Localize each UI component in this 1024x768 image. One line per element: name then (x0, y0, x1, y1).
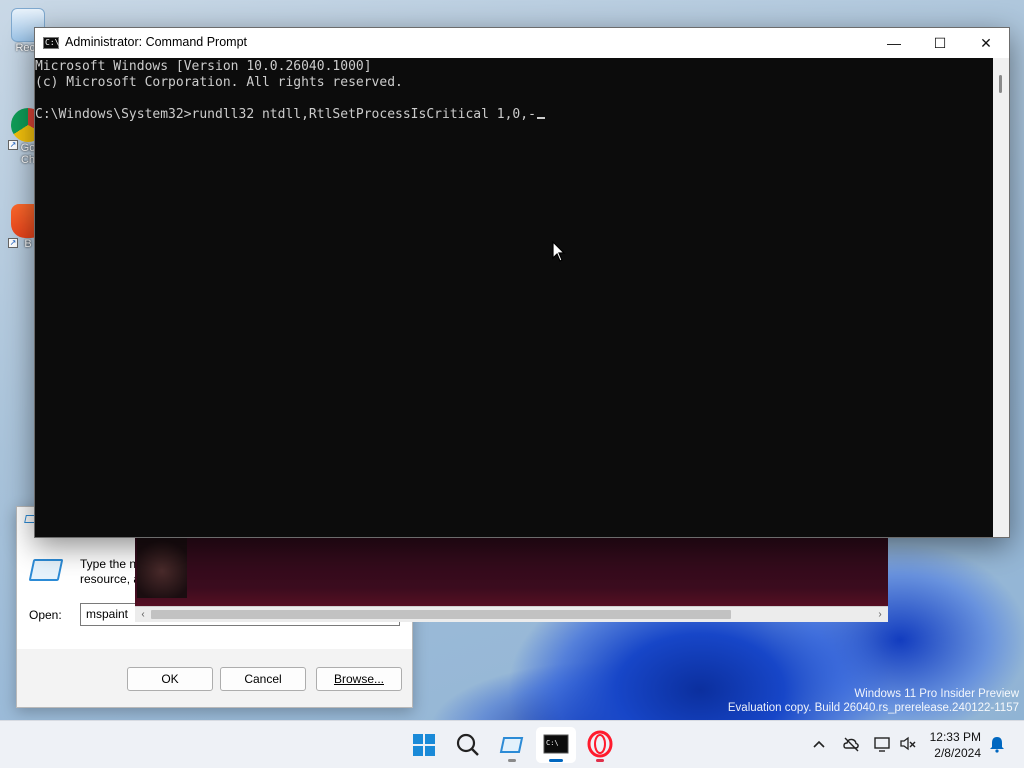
console-line: ​ (35, 91, 993, 107)
console-output[interactable]: Microsoft Windows [Version 10.0.26040.10… (35, 58, 993, 537)
notification-icon[interactable] (988, 735, 1006, 753)
run-description-line2: resource, a (80, 572, 140, 586)
network-icon[interactable] (873, 735, 893, 753)
clock[interactable]: 12:33 PM 2/8/2024 (930, 729, 981, 761)
run-description-line1: Type the n (80, 557, 137, 571)
running-indicator (508, 759, 516, 762)
clock-date: 2/8/2024 (934, 746, 981, 760)
opera-icon (587, 730, 613, 758)
running-indicator (596, 759, 604, 762)
scrollbar-thumb[interactable] (151, 610, 731, 619)
scroll-left-icon[interactable]: ‹ (136, 608, 150, 622)
taskbar: C:\ 12:33 PM 2/8/2024 (0, 720, 1024, 768)
search-button[interactable] (448, 727, 488, 763)
browse-button[interactable]: Browse... (316, 667, 402, 691)
console-line: (c) Microsoft Corporation. All rights re… (35, 75, 403, 90)
search-icon (456, 733, 479, 756)
console-line-with-cursor: C:\Windows\System32>rundll32 ntdll,RtlSe… (35, 107, 993, 123)
shortcut-arrow-icon: ↗ (8, 238, 18, 248)
cloud-off-icon[interactable] (842, 735, 860, 753)
watermark-line1: Windows 11 Pro Insider Preview (854, 688, 1019, 700)
console-prompt-line: C:\Windows\System32>rundll32 ntdll,RtlSe… (35, 107, 536, 122)
taskbar-opera[interactable] (580, 727, 620, 763)
command-prompt-icon: C:\ (43, 37, 60, 49)
volume-mute-icon[interactable] (899, 735, 919, 753)
background-window[interactable]: ‹ › (135, 536, 888, 622)
taskbar-run[interactable] (492, 727, 532, 763)
maximize-button[interactable]: ☐ (917, 28, 963, 58)
text-cursor (536, 117, 545, 119)
title-bar[interactable]: C:\ Administrator: Command Prompt — ☐ ✕ (35, 28, 1009, 58)
command-prompt-window[interactable]: C:\ Administrator: Command Prompt — ☐ ✕ … (34, 27, 1010, 538)
svg-text:C:\: C:\ (546, 739, 559, 747)
run-icon (499, 737, 524, 753)
open-label: Open: (29, 608, 62, 622)
clock-time: 12:33 PM (929, 730, 981, 744)
scrollbar-thumb[interactable] (999, 75, 1002, 93)
scroll-right-icon[interactable]: › (873, 608, 887, 622)
vertical-scrollbar[interactable] (993, 58, 1009, 537)
run-icon (28, 559, 64, 581)
chevron-up-icon[interactable] (812, 737, 826, 751)
start-button[interactable] (404, 727, 444, 763)
watermark-line2: Evaluation copy. Build 26040.rs_prerelea… (727, 702, 1019, 714)
run-description: Type the n resource, a (80, 557, 140, 587)
horizontal-scrollbar[interactable]: ‹ › (135, 606, 888, 622)
background-window-image (137, 536, 187, 598)
minimize-button[interactable]: — (871, 28, 917, 58)
close-button[interactable]: ✕ (963, 28, 1009, 58)
console-line: Microsoft Windows [Version 10.0.26040.10… (35, 59, 372, 74)
command-prompt-icon: C:\ (543, 734, 569, 754)
window-title: Administrator: Command Prompt (65, 35, 248, 49)
active-indicator (549, 759, 563, 762)
start-icon (413, 734, 435, 756)
cancel-button[interactable]: Cancel (220, 667, 306, 691)
ok-button[interactable]: OK (127, 667, 213, 691)
shortcut-arrow-icon: ↗ (8, 140, 18, 150)
taskbar-command-prompt[interactable]: C:\ (536, 727, 576, 763)
mouse-pointer-icon (552, 241, 566, 262)
